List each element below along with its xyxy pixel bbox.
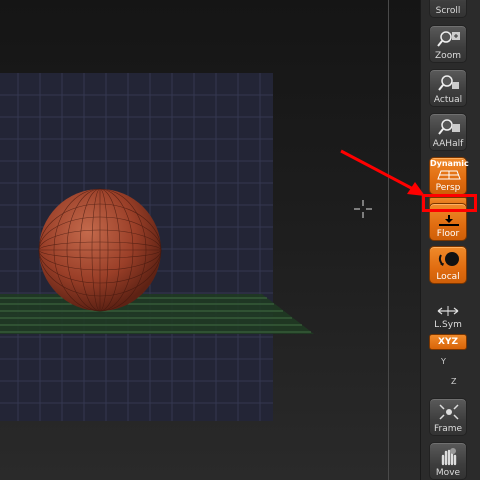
scroll-label: Scroll — [435, 6, 461, 16]
xyz-rotate-button[interactable]: XYZ — [429, 334, 467, 350]
lsym-button[interactable]: L.Sym — [429, 293, 467, 331]
floor-label: Floor — [436, 229, 460, 239]
viewport-divider — [388, 0, 389, 480]
actual-label: Actual — [433, 95, 463, 105]
lsym-label: L.Sym — [434, 320, 462, 330]
persp-label: Persp — [435, 183, 461, 193]
magnifier-icon — [437, 31, 460, 47]
frame-label: Frame — [433, 424, 463, 434]
xyz-label: XYZ — [438, 337, 458, 347]
right-toolbar: Scroll Zoom Actual AAHalf Dynamic Persp … — [420, 0, 480, 480]
persp-button[interactable]: Dynamic Persp — [429, 157, 469, 195]
highlight-box — [422, 194, 477, 212]
aahalf-label: AAHalf — [432, 139, 464, 149]
local-button[interactable]: Local — [429, 246, 467, 284]
zoom-label: Zoom — [435, 51, 461, 61]
z-rotate-button[interactable]: Z — [451, 377, 471, 393]
frame-icon — [439, 404, 459, 420]
hand-icon — [441, 448, 457, 466]
symmetry-arrows-icon — [437, 306, 459, 316]
y-label: Y — [441, 357, 446, 366]
aahalf-button[interactable]: AAHalf — [429, 113, 467, 151]
3d-scene — [0, 73, 314, 421]
magnifier-actual-icon — [438, 75, 459, 91]
move-button[interactable]: Move — [429, 442, 467, 480]
actual-button[interactable]: Actual — [429, 69, 467, 107]
move-label: Move — [435, 468, 461, 478]
frame-button[interactable]: Frame — [429, 398, 467, 436]
zoom-button[interactable]: Zoom — [429, 25, 467, 63]
floor-grid — [0, 294, 314, 334]
z-label: Z — [451, 377, 457, 386]
scroll-button[interactable]: Scroll — [429, 0, 467, 18]
local-rotate-icon — [438, 252, 459, 266]
crosshair-cursor-icon — [354, 200, 372, 218]
local-label: Local — [436, 272, 460, 282]
y-rotate-button[interactable]: Y — [441, 357, 461, 373]
canvas-viewport[interactable] — [0, 0, 420, 480]
magnifier-aahalf-icon — [438, 119, 460, 135]
